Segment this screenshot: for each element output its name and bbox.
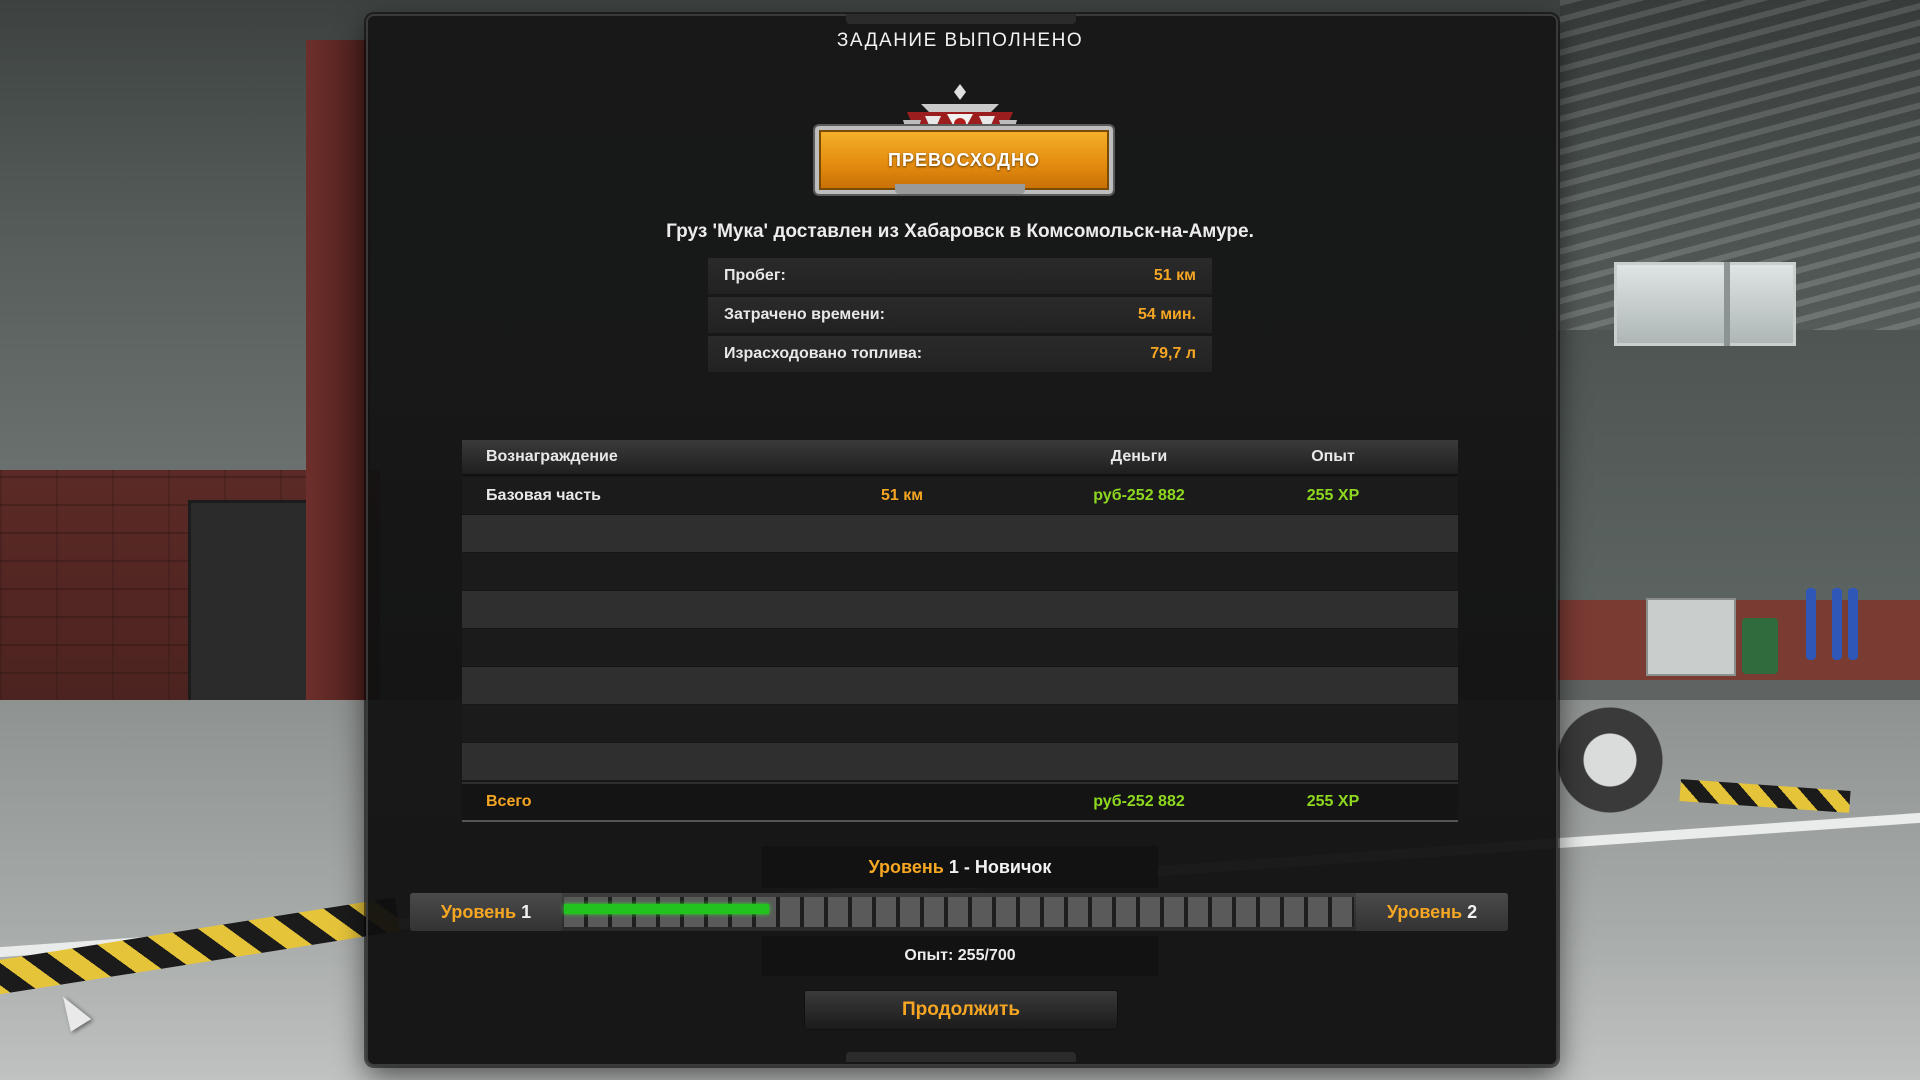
gas-cylinder bbox=[1832, 588, 1842, 660]
level-next-number: 2 bbox=[1467, 902, 1478, 922]
level-next-label: Уровень 2 bbox=[1356, 893, 1508, 931]
gas-cylinder bbox=[1806, 588, 1816, 660]
rating-badge: ПРЕВОСХОДНО bbox=[815, 82, 1113, 194]
gas-cylinder bbox=[1848, 588, 1858, 660]
stat-row-time: Затрачено времени: 54 мин. bbox=[708, 297, 1212, 333]
reward-xp: 255 XP bbox=[1306, 487, 1360, 504]
level-progress-bar: Уровень 1 Уровень 2 bbox=[410, 893, 1508, 931]
dialog-top-tab bbox=[846, 14, 1076, 24]
stat-value: 51 км bbox=[1153, 267, 1196, 284]
xp-segments bbox=[564, 897, 1354, 927]
table-row: Базовая часть 51 км руб-252 882 255 XP bbox=[462, 477, 1458, 514]
rating-plate-base bbox=[895, 184, 1025, 194]
dialog-bottom-tab bbox=[846, 1052, 1076, 1062]
table-row-empty bbox=[462, 667, 1458, 704]
rating-label: ПРЕВОСХОДНО bbox=[888, 150, 1040, 170]
table-row-empty bbox=[462, 591, 1458, 628]
garage-window-frame bbox=[1724, 262, 1730, 346]
stat-label: Пробег: bbox=[724, 267, 786, 284]
xp-progress-fill bbox=[564, 904, 769, 914]
level-current-label: Уровень 1 bbox=[410, 893, 562, 931]
continue-button[interactable]: Продолжить bbox=[804, 990, 1118, 1030]
header-xp: Опыт bbox=[1311, 448, 1355, 465]
total-xp: 255 XP bbox=[1306, 793, 1360, 810]
stat-row-fuel: Израсходовано топлива: 79,7 л bbox=[708, 336, 1212, 372]
level-title: Уровень 1 - Новичок bbox=[762, 846, 1158, 888]
rewards-total-row: Всего руб-252 882 255 XP bbox=[462, 782, 1458, 822]
dialog-title: ЗАДАНИЕ ВЫПОЛНЕНО bbox=[836, 30, 1084, 51]
level-current-number: 1 bbox=[521, 902, 532, 922]
trip-stats: Пробег: 51 км Затрачено времени: 54 мин.… bbox=[708, 258, 1212, 375]
level-word: Уровень bbox=[1386, 902, 1463, 922]
header-reward: Вознаграждение bbox=[486, 448, 618, 465]
total-money: руб-252 882 bbox=[1093, 793, 1185, 810]
level-word: Уровень bbox=[440, 902, 517, 922]
table-row-empty bbox=[462, 705, 1458, 742]
total-label: Всего bbox=[486, 793, 532, 810]
table-row-empty bbox=[462, 629, 1458, 666]
rewards-table: Вознаграждение Деньги Опыт Базовая часть… bbox=[462, 440, 1458, 822]
rewards-header: Вознаграждение Деньги Опыт bbox=[462, 440, 1458, 476]
table-row-empty bbox=[462, 743, 1458, 780]
garage-right-wall bbox=[1556, 330, 1920, 630]
stat-value: 54 мин. bbox=[1137, 306, 1196, 323]
reward-distance: 51 км bbox=[880, 487, 924, 504]
garage-pillar bbox=[306, 40, 370, 740]
header-money: Деньги bbox=[1110, 448, 1168, 465]
xp-counter: Опыт: 255/700 bbox=[904, 947, 1016, 964]
level-current-number: 1 bbox=[948, 857, 959, 877]
stat-row-distance: Пробег: 51 км bbox=[708, 258, 1212, 294]
delivery-summary: Груз 'Мука' доставлен из Хабаровск в Ком… bbox=[666, 221, 1254, 242]
stat-label: Израсходовано топлива: bbox=[724, 345, 923, 362]
garage-door bbox=[188, 500, 314, 726]
level-rank: - Новичок bbox=[958, 857, 1052, 877]
table-row-empty bbox=[462, 515, 1458, 552]
green-barrel bbox=[1742, 618, 1778, 674]
garage-window bbox=[1614, 262, 1796, 346]
table-row-empty bbox=[462, 553, 1458, 590]
reward-label: Базовая часть bbox=[486, 487, 601, 504]
level-word: Уровень bbox=[868, 857, 944, 877]
stat-label: Затрачено времени: bbox=[724, 306, 885, 323]
reward-money: руб-252 882 bbox=[1093, 487, 1185, 504]
truck-wheel bbox=[1540, 640, 1670, 830]
stat-value: 79,7 л bbox=[1150, 345, 1196, 362]
